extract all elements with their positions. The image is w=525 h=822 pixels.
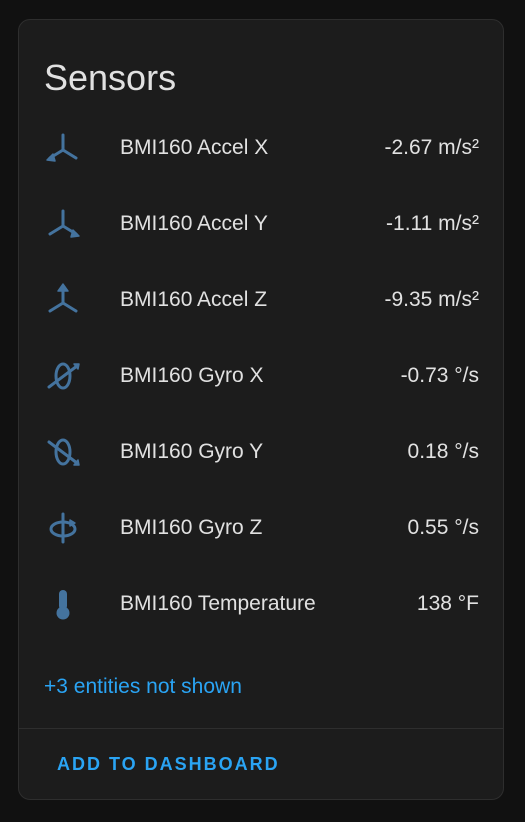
entity-row-accel-z[interactable]: BMI160 Accel Z -9.35 m/s² [19,261,503,337]
axis-y-arrow-icon [44,205,82,243]
entity-value: 0.55 °/s [407,516,479,539]
entity-row-gyro-z[interactable]: BMI160 Gyro Z 0.55 °/s [19,489,503,565]
entity-value: -1.11 m/s² [386,212,479,235]
entity-row-accel-x[interactable]: BMI160 Accel X -2.67 m/s² [19,109,503,185]
axis-z-rotate-icon [44,509,82,547]
axis-z-arrow-icon [44,281,82,319]
entity-value: -2.67 m/s² [384,136,479,159]
entity-list: BMI160 Accel X -2.67 m/s² BMI160 Accel Y… [19,109,503,641]
entity-name: BMI160 Accel Z [120,288,268,311]
entity-row-gyro-x[interactable]: BMI160 Gyro X -0.73 °/s [19,337,503,413]
entity-name: BMI160 Gyro X [120,364,264,387]
card-divider [19,728,503,729]
entity-name: BMI160 Accel Y [120,212,268,235]
axis-x-arrow-icon [44,129,82,167]
card-title: Sensors [44,57,177,98]
axis-x-rotate-icon [44,357,82,395]
add-to-dashboard-button[interactable]: ADD TO DASHBOARD [45,746,292,783]
entity-row-accel-y[interactable]: BMI160 Accel Y -1.11 m/s² [19,185,503,261]
entity-name: BMI160 Temperature [120,592,316,615]
entity-value: -0.73 °/s [400,364,479,387]
entity-name: BMI160 Accel X [120,136,269,159]
axis-y-rotate-icon [44,433,82,471]
entity-row-gyro-y[interactable]: BMI160 Gyro Y 0.18 °/s [19,413,503,489]
entities-not-shown-link[interactable]: +3 entities not shown [44,674,242,700]
entity-value: -9.35 m/s² [384,288,479,311]
entity-value: 0.18 °/s [407,440,479,463]
sensors-card: Sensors BMI160 Accel X -2.67 m/s² BMI160… [18,19,504,800]
entity-value: 138 °F [416,592,479,615]
entity-row-temperature[interactable]: BMI160 Temperature 138 °F [19,565,503,641]
entity-name: BMI160 Gyro Z [120,516,263,539]
entity-name: BMI160 Gyro Y [120,440,264,463]
thermometer-icon [44,585,82,623]
